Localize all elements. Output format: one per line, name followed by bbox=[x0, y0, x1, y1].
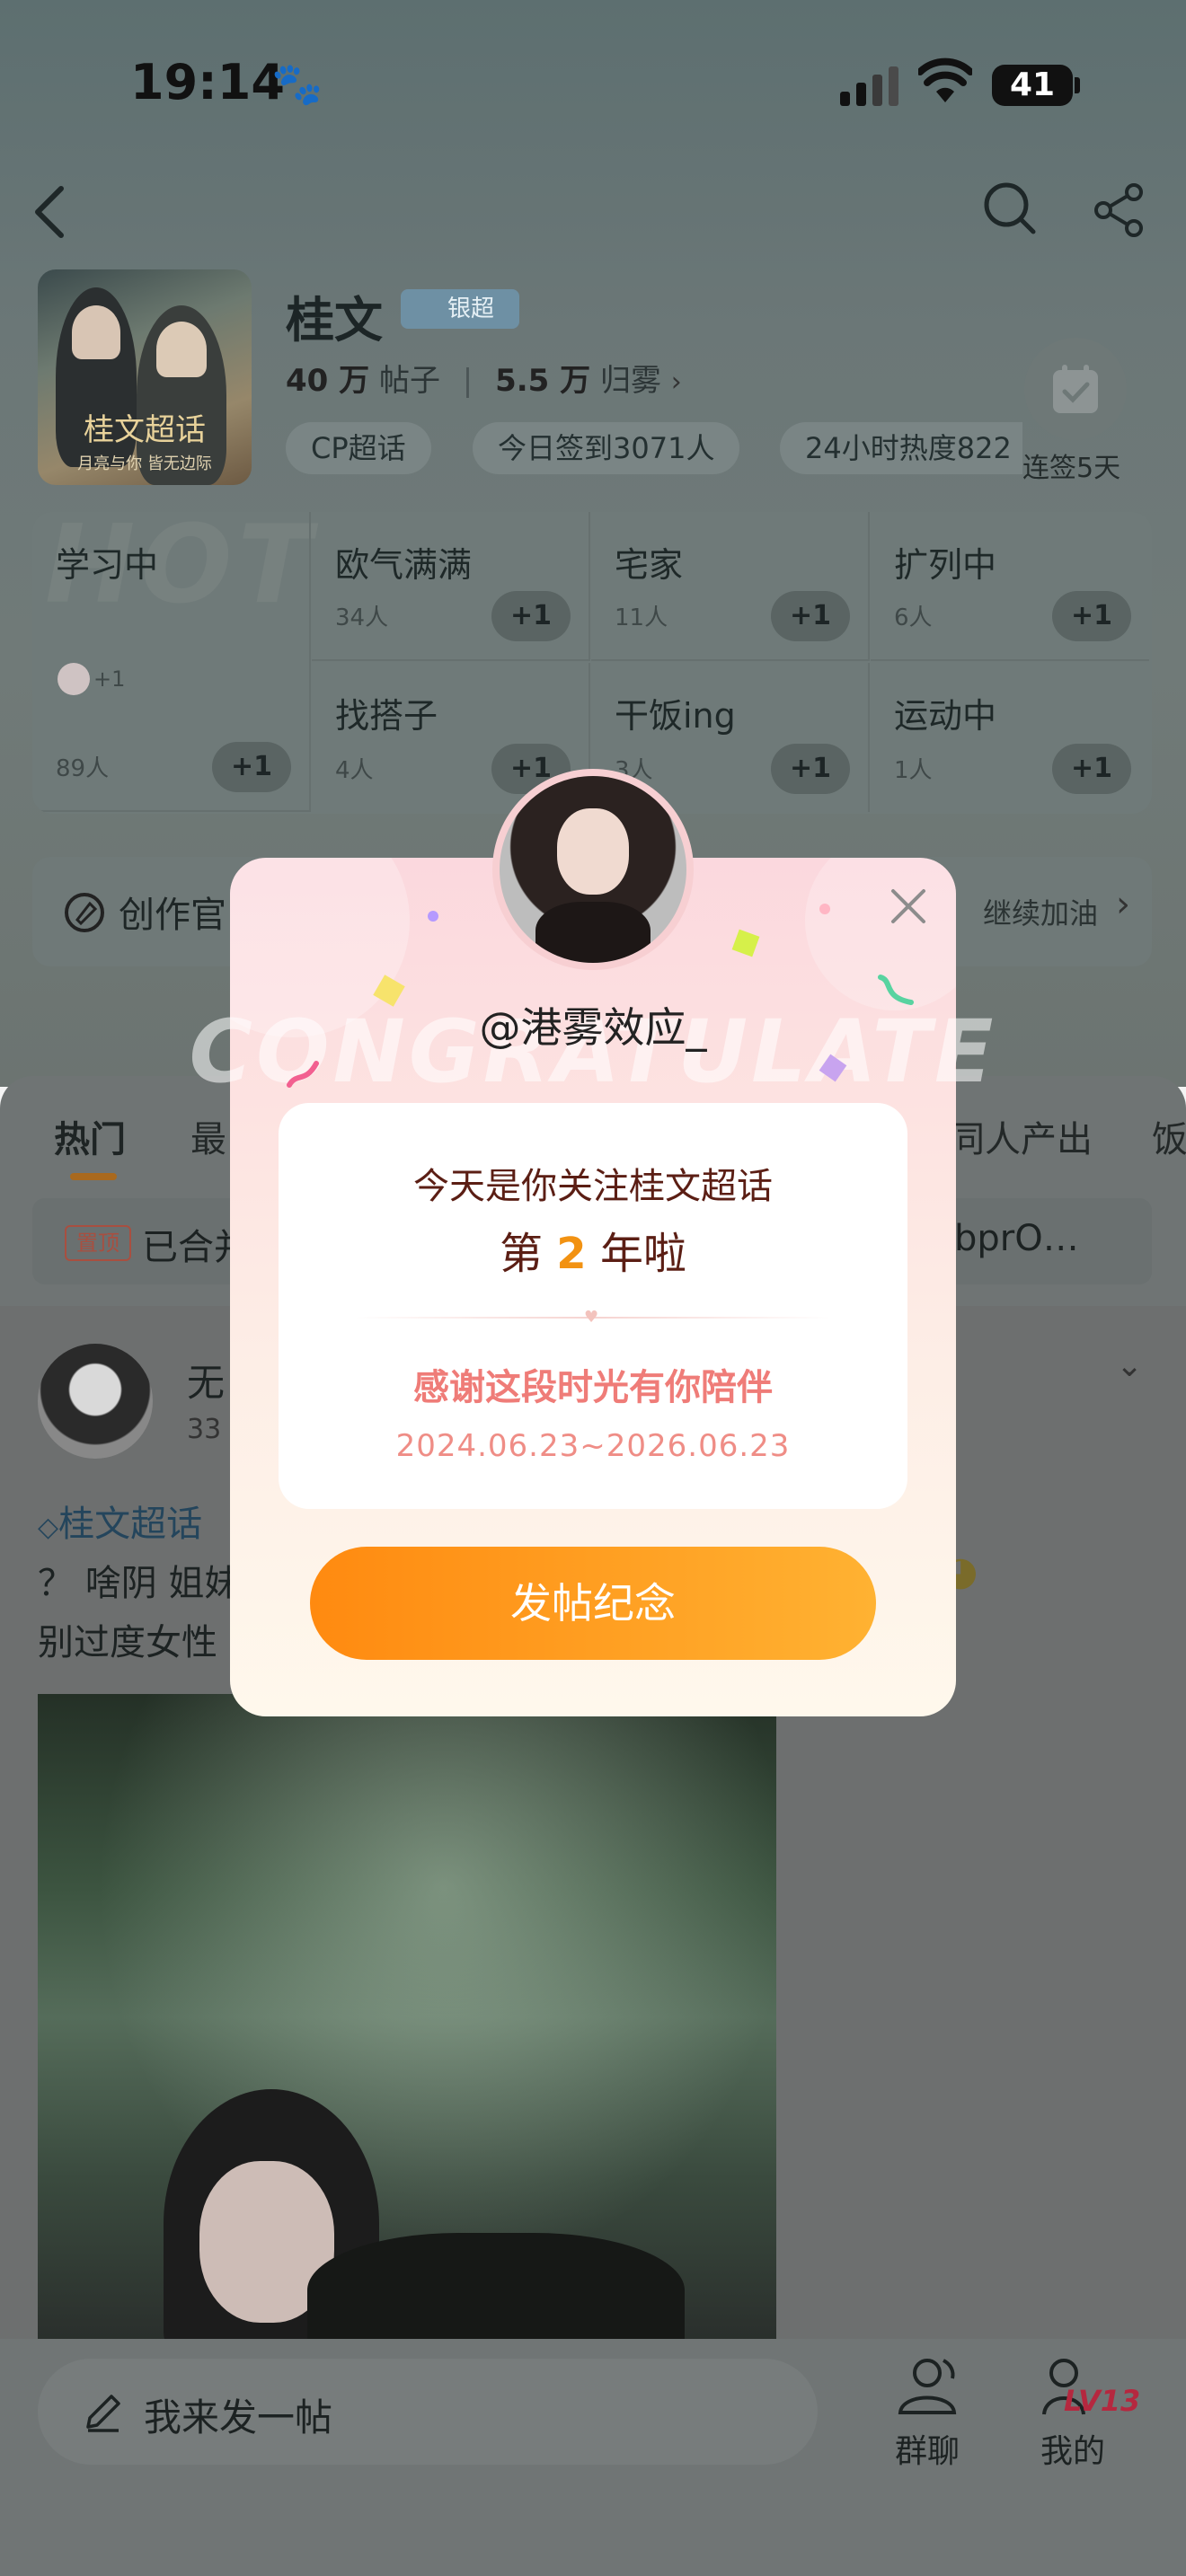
posts-unit: 帖子 bbox=[378, 363, 440, 399]
year-prefix: 第 bbox=[500, 1229, 544, 1279]
diamond-icon: ◇ bbox=[38, 1512, 59, 1543]
creator-right-text: 继续加油 bbox=[982, 896, 1098, 931]
post-meta: 33 bbox=[187, 1414, 222, 1445]
cell-count: 11人 bbox=[615, 604, 668, 631]
plus-one-button[interactable]: +1 bbox=[212, 742, 291, 792]
battery-indicator: 41 bbox=[992, 65, 1073, 106]
cell-count: 1人 bbox=[894, 757, 933, 784]
search-icon[interactable] bbox=[981, 180, 1039, 237]
cell-count: 34人 bbox=[335, 604, 389, 631]
tab-fan[interactable]: 饭 bbox=[1152, 1110, 1186, 1162]
chevron-down-icon[interactable]: ⌄ bbox=[1116, 1347, 1143, 1384]
status-time: 19:14 bbox=[130, 54, 285, 110]
share-icon[interactable] bbox=[1091, 181, 1148, 239]
compose-placeholder: 我来发一帖 bbox=[144, 2395, 333, 2439]
silver-super-badge[interactable]: 银超 bbox=[401, 289, 519, 329]
status-bar: 19:14 🐾 41 bbox=[0, 0, 1186, 171]
grid-cell-studying[interactable]: 学习中 +1 89人 +1 bbox=[32, 512, 311, 812]
pinned-text-right: bprO… bbox=[954, 1218, 1079, 1259]
follow-message: 今天是你关注桂文超话 bbox=[413, 1166, 773, 1207]
cell-name: 找搭子 bbox=[335, 696, 438, 736]
checkin-streak-label: 连签5天 bbox=[1022, 453, 1121, 484]
post-username[interactable]: 无 bbox=[187, 1353, 225, 1407]
year-suffix: 年啦 bbox=[599, 1229, 686, 1279]
fans-count: 5.5 万 bbox=[495, 363, 591, 399]
close-icon[interactable] bbox=[886, 884, 931, 929]
post-text-line1: ？ 啥阴 姐妹 bbox=[38, 1563, 241, 1604]
grid-cell-lucky[interactable]: 欧气满满 34人 +1 bbox=[312, 512, 590, 661]
confetti-ribbon bbox=[287, 1061, 319, 1088]
cell-name: 干饭ing bbox=[615, 696, 736, 736]
tab-hot[interactable]: 热门 bbox=[54, 1110, 126, 1162]
confetti-piece bbox=[428, 911, 438, 922]
plus-one-button[interactable]: +1 bbox=[1052, 591, 1131, 641]
confetti-piece bbox=[819, 904, 830, 914]
cover-title: 桂文超话 bbox=[84, 412, 206, 448]
post-topic-link[interactable]: ◇桂文超话 bbox=[38, 1495, 202, 1547]
cell-name: 扩列中 bbox=[894, 545, 997, 585]
group-chat-label[interactable]: 群聊 bbox=[895, 2425, 960, 2472]
post-image[interactable] bbox=[38, 1694, 776, 2341]
signal-icon bbox=[840, 66, 899, 106]
chip-cp[interactable]: CP超话 bbox=[286, 422, 431, 474]
posts-count: 40 万 bbox=[286, 363, 370, 399]
cell-count: 89人 bbox=[56, 755, 110, 782]
back-icon[interactable] bbox=[27, 183, 72, 241]
cell-name: 欧气满满 bbox=[335, 545, 473, 585]
tab-underline bbox=[70, 1173, 117, 1180]
battery-cap bbox=[1075, 77, 1080, 93]
plus-one-button[interactable]: +1 bbox=[1052, 744, 1131, 794]
date-range: 2024.06.23~2026.06.23 bbox=[395, 1428, 791, 1464]
cell-name: 学习中 bbox=[56, 545, 159, 585]
post-commemorate-button[interactable]: 发帖纪念 bbox=[310, 1547, 876, 1660]
cell-count: 4人 bbox=[335, 757, 374, 784]
cover-subtitle: 月亮与你 皆无边际 bbox=[77, 454, 212, 473]
fans-unit[interactable]: 归雾 bbox=[600, 363, 661, 399]
paw-icon: 🐾 bbox=[271, 59, 323, 108]
tab-fanworks[interactable]: 同人产出 bbox=[949, 1110, 1093, 1162]
cell-name: 宅家 bbox=[615, 545, 684, 585]
calendar-check-icon bbox=[1053, 365, 1098, 413]
cell-count: 6人 bbox=[894, 604, 933, 631]
avatar-extra: +1 bbox=[93, 666, 126, 692]
grid-cell-home[interactable]: 宅家 11人 +1 bbox=[591, 512, 870, 661]
checkin-button[interactable] bbox=[1024, 338, 1127, 440]
community-stats: 40 万 帖子 | 5.5 万 归雾 › bbox=[286, 363, 682, 399]
chevron-right-icon: › bbox=[1116, 884, 1130, 925]
chip-heat[interactable]: 24小时热度822 bbox=[780, 422, 1022, 474]
plus-one-button[interactable]: +1 bbox=[491, 591, 571, 641]
grid-cell-exercise[interactable]: 运动中 1人 +1 bbox=[871, 663, 1149, 812]
creator-label: 创作官 bbox=[119, 895, 226, 936]
heart-icon: ♥ bbox=[584, 1308, 599, 1327]
pen-icon bbox=[65, 893, 104, 932]
level-badge: LV13 bbox=[1064, 2384, 1141, 2418]
grid-cell-friends[interactable]: 扩列中 6人 +1 bbox=[871, 512, 1149, 661]
cell-name: 运动中 bbox=[894, 696, 997, 736]
avatar bbox=[492, 769, 694, 970]
edit-icon bbox=[86, 2395, 120, 2432]
popup-username: @港雾效应_ bbox=[479, 1003, 707, 1052]
wifi-icon bbox=[918, 57, 972, 102]
group-chat-icon[interactable] bbox=[895, 2355, 963, 2418]
plus-one-button[interactable]: +1 bbox=[771, 744, 850, 794]
post-topic-label: 桂文超话 bbox=[58, 1504, 203, 1545]
tab-latest[interactable]: 最 bbox=[190, 1110, 226, 1162]
post-text-line2: 别过度女性 bbox=[38, 1622, 217, 1663]
chevron-right-icon: › bbox=[670, 366, 682, 398]
community-cover-image[interactable]: 桂文超话 月亮与你 皆无边际 bbox=[38, 269, 252, 485]
mine-label[interactable]: 我的 bbox=[1040, 2425, 1105, 2472]
community-title: 桂文 bbox=[286, 292, 383, 348]
avatar bbox=[58, 663, 90, 695]
year-message: 第 2 年啦 bbox=[279, 1218, 907, 1281]
avatar[interactable] bbox=[38, 1344, 153, 1459]
thanks-message: 感谢这段时光有你陪伴 bbox=[413, 1367, 773, 1408]
plus-one-button[interactable]: +1 bbox=[771, 591, 850, 641]
year-number: 2 bbox=[556, 1229, 587, 1279]
chip-checkin-count[interactable]: 今日签到3071人 bbox=[473, 422, 740, 474]
pinned-tag: 置顶 bbox=[65, 1225, 131, 1261]
